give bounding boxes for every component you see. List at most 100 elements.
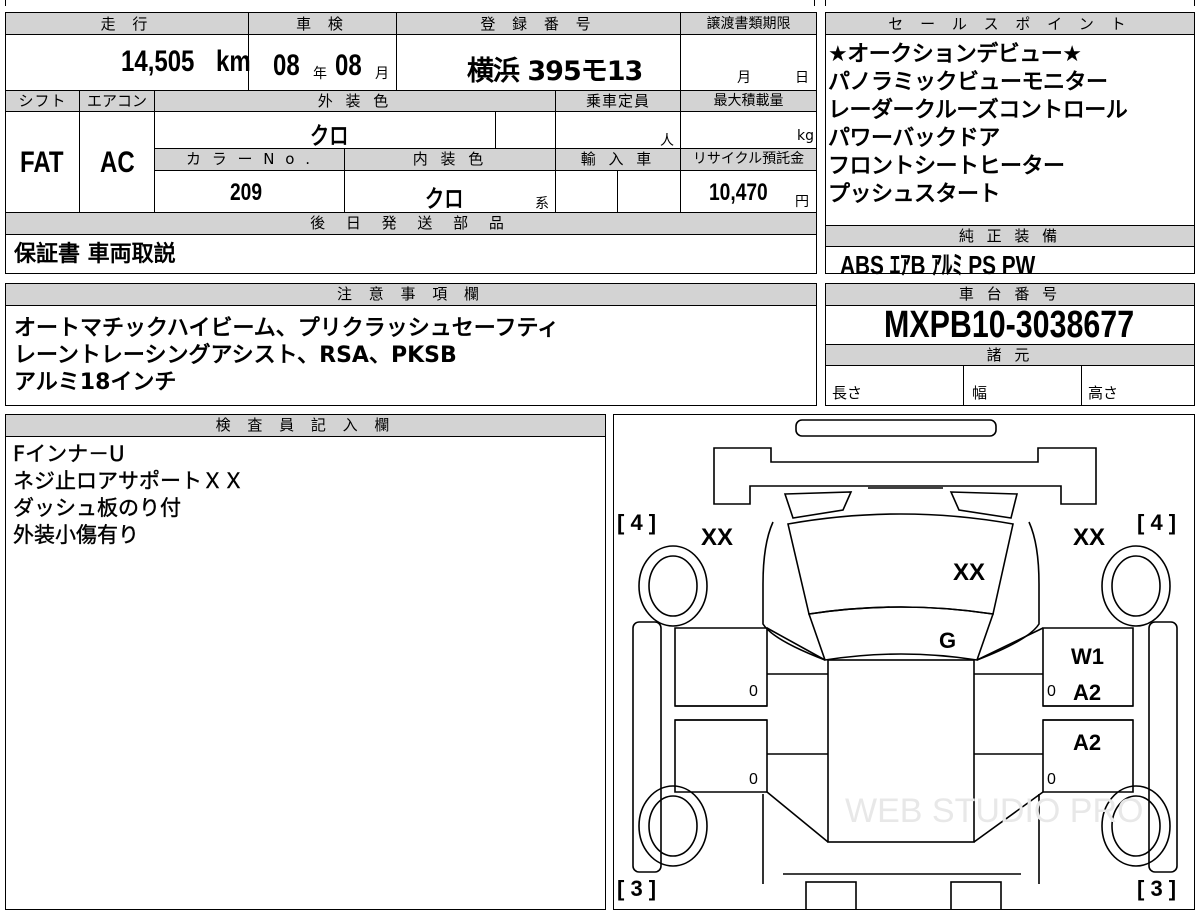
inspector-header: 検 査 員 記 入 欄 bbox=[6, 415, 605, 437]
recycle-cell: 10,470 円 bbox=[681, 171, 816, 213]
mark-door-rl: 0 bbox=[749, 771, 758, 788]
transfer-deadline-header: 譲渡書類期限 bbox=[681, 13, 816, 35]
width-label: 幅 bbox=[972, 384, 988, 402]
transfer-month-unit: 月 bbox=[737, 70, 751, 86]
inspector-line: Fインナ－U bbox=[13, 442, 125, 466]
shift-value: FAT bbox=[20, 146, 64, 179]
inspector-line: 外装小傷有り bbox=[13, 523, 139, 547]
inspection-month: 08 bbox=[335, 49, 362, 82]
length-cell: 長さ bbox=[826, 366, 964, 406]
shift-cell: FAT bbox=[6, 112, 80, 213]
exterior-color-cell: クロ bbox=[155, 112, 496, 150]
tire-fr-label: [ 4 ] bbox=[1137, 510, 1176, 535]
capacity-header: 乗車定員 bbox=[556, 91, 681, 112]
interior-color-value: クロ bbox=[425, 186, 464, 213]
notes-line: レーントレーシングアシスト、RSA、PKSB bbox=[14, 343, 457, 368]
chassis-value: MXPB10-3038677 bbox=[884, 304, 1135, 346]
car-diagram: [ 4 ] [ 4 ] [ 3 ] [ 3 ] XX XX XX G W1 A2… bbox=[617, 419, 1178, 910]
genuine-equipment-header: 純 正 装 備 bbox=[826, 225, 1194, 247]
sales-point-item: ★オークションデビュー★ bbox=[828, 42, 1082, 67]
mark-hood: XX bbox=[953, 559, 985, 586]
inspection-year-unit: 年 bbox=[313, 66, 327, 82]
inspector-line: ダッシュ板のり付 bbox=[13, 496, 181, 520]
mark-door-fl: 0 bbox=[749, 683, 758, 700]
notes-panel: 注 意 事 項 欄 オートマチックハイビーム、プリクラッシュセーフティ レーント… bbox=[5, 283, 817, 406]
inspector-lines: Fインナ－U ネジ止ロアサポートＸＸ ダッシュ板のり付 外装小傷有り bbox=[13, 441, 244, 549]
tire-rl-label: [ 3 ] bbox=[617, 876, 656, 901]
mileage-value: 14,505 bbox=[121, 45, 195, 78]
spec-table: 走 行 車 検 登 録 番 号 譲渡書類期限 14,505 km 08 年 08… bbox=[5, 12, 817, 274]
later-parts-header: 後 日 発 送 部 品 bbox=[6, 213, 816, 235]
chassis-panel: 車 台 番 号 MXPB10-3038677 諸 元 長さ 幅 高さ bbox=[825, 283, 1195, 406]
recycle-unit: 円 bbox=[795, 194, 809, 210]
mark-front-door-right-2: A2 bbox=[1073, 680, 1101, 705]
height-label: 高さ bbox=[1088, 384, 1119, 402]
height-cell: 高さ bbox=[1082, 366, 1194, 406]
sales-point-item: レーダークルーズコントロール bbox=[828, 98, 1128, 123]
registration-value: 横浜 395モ13 bbox=[467, 56, 643, 87]
mileage-cell: 14,505 km bbox=[6, 35, 251, 91]
aircon-value: AC bbox=[100, 146, 135, 179]
specs-header: 諸 元 bbox=[826, 344, 1194, 366]
width-cell: 幅 bbox=[964, 366, 1082, 406]
interior-color-suffix: 系 bbox=[535, 196, 549, 212]
inspector-line: ネジ止ロアサポートＸＸ bbox=[13, 469, 244, 493]
recycle-header: リサイクル預託金 bbox=[681, 149, 816, 171]
car-diagram-panel: [ 4 ] [ 4 ] [ 3 ] [ 3 ] XX XX XX G W1 A2… bbox=[613, 414, 1195, 910]
transfer-deadline-cell: 月 日 bbox=[681, 35, 816, 91]
length-label: 長さ bbox=[832, 384, 863, 402]
mark-door-rr: 0 bbox=[1047, 771, 1056, 788]
mark-door-fr: 0 bbox=[1047, 683, 1056, 700]
tire-rr-label: [ 3 ] bbox=[1137, 876, 1176, 901]
color-no-cell: 209 bbox=[155, 171, 345, 213]
aircon-header: エアコン bbox=[80, 91, 155, 112]
sales-points-header: セ ー ル ス ポ イ ン ト bbox=[826, 13, 1194, 35]
sales-point-item: フロントシートヒーター bbox=[828, 154, 1065, 179]
exterior-color-extra-cell bbox=[496, 112, 556, 149]
mark-rear-door-right: A2 bbox=[1073, 730, 1101, 755]
sales-points-list: ★オークションデビュー★ パノラミックビューモニター レーダークルーズコントロー… bbox=[828, 41, 1188, 209]
notes-header: 注 意 事 項 欄 bbox=[6, 284, 816, 306]
inspection-month-unit: 月 bbox=[375, 66, 389, 82]
interior-color-header: 内 装 色 bbox=[345, 149, 556, 171]
shift-header: シフト bbox=[6, 91, 80, 112]
mark-fender-right: XX bbox=[1073, 524, 1105, 551]
transfer-day-unit: 日 bbox=[795, 70, 809, 86]
registration-header: 登 録 番 号 bbox=[397, 13, 681, 35]
inspection-year: 08 bbox=[273, 49, 300, 82]
genuine-equipment-value: ABS ｴｱB ｱﾙﾐ PS PW bbox=[840, 250, 1036, 280]
mark-front-door-right-1: W1 bbox=[1071, 644, 1104, 669]
sales-points-panel: セ ー ル ス ポ イ ン ト ★オークションデビュー★ パノラミックビューモニ… bbox=[825, 12, 1195, 280]
color-no-value: 209 bbox=[230, 179, 263, 206]
mileage-unit: km bbox=[216, 45, 251, 78]
notes-line: アルミ18インチ bbox=[14, 370, 177, 395]
max-load-cell: kg bbox=[681, 112, 816, 149]
color-no-header: カ ラ ー N o . bbox=[155, 149, 345, 171]
registration-cell: 横浜 395モ13 bbox=[397, 35, 681, 91]
sales-point-item: パワーバックドア bbox=[828, 126, 1000, 151]
watermark: WEB STUDIO PRO bbox=[845, 792, 1143, 830]
inspection-cell: 08 年 08 月 bbox=[249, 35, 397, 91]
import-cell-b bbox=[618, 171, 681, 213]
interior-color-cell: クロ 系 bbox=[345, 171, 556, 213]
top-edge-strip-right bbox=[825, 0, 1195, 6]
max-load-unit: kg bbox=[797, 128, 814, 144]
sales-point-item: パノラミックビューモニター bbox=[828, 70, 1108, 95]
mark-windshield: G bbox=[939, 628, 956, 653]
capacity-unit: 人 bbox=[660, 133, 674, 149]
top-edge-strip bbox=[5, 0, 815, 6]
later-parts-value: 保証書 車両取説 bbox=[14, 242, 176, 267]
capacity-cell: 人 bbox=[556, 112, 681, 149]
mileage-header: 走 行 bbox=[6, 13, 249, 35]
inspector-panel: 検 査 員 記 入 欄 Fインナ－U ネジ止ロアサポートＸＸ ダッシュ板のり付 … bbox=[5, 414, 606, 910]
max-load-header: 最大積載量 bbox=[681, 91, 816, 112]
notes-line: オートマチックハイビーム、プリクラッシュセーフティ bbox=[14, 316, 560, 341]
recycle-value: 10,470 bbox=[709, 179, 768, 206]
import-header: 輸 入 車 bbox=[556, 149, 681, 171]
tire-fl-label: [ 4 ] bbox=[617, 510, 656, 535]
mark-fender-left: XX bbox=[701, 524, 733, 551]
exterior-color-value: クロ bbox=[310, 123, 349, 150]
chassis-header: 車 台 番 号 bbox=[826, 284, 1194, 306]
exterior-color-header: 外 装 色 bbox=[155, 91, 556, 112]
import-cell-a bbox=[556, 171, 618, 213]
